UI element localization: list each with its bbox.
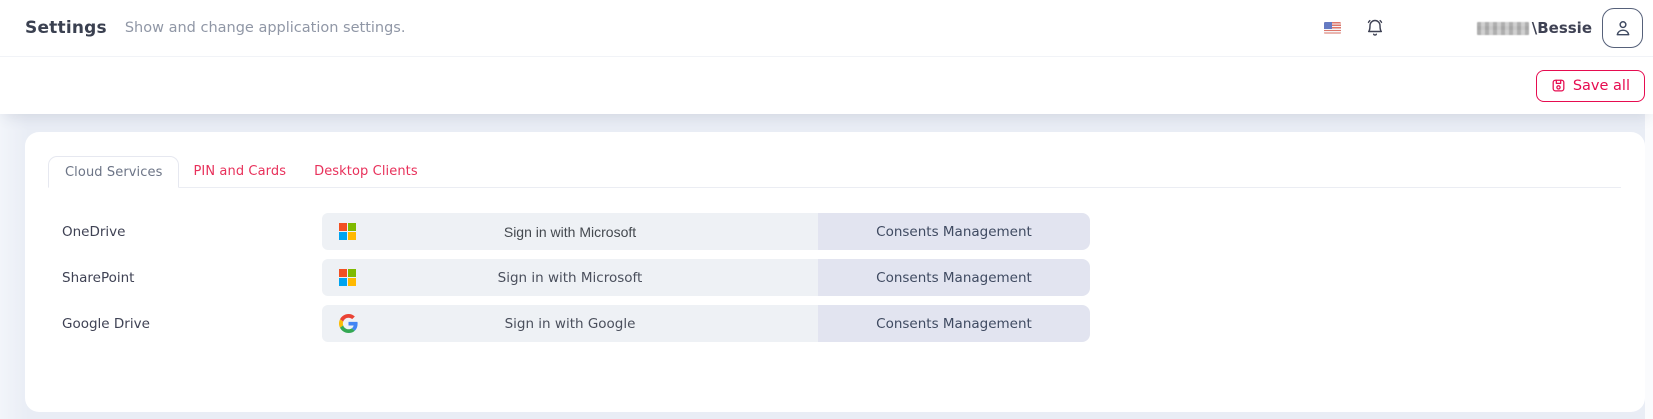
page-title: Settings [25, 18, 107, 38]
user-icon [1612, 17, 1634, 39]
service-row-google-drive: Google Drive Sign in with Google [25, 305, 1645, 342]
tab-label: Cloud Services [65, 165, 162, 180]
tab-label: PIN and Cards [193, 164, 286, 179]
save-all-label: Save all [1573, 78, 1630, 94]
microsoft-logo [339, 223, 356, 240]
google-logo [339, 314, 358, 333]
consents-management-button[interactable]: Consents Management [818, 259, 1090, 296]
current-user: \Bessie [1477, 19, 1592, 37]
action-toolbar: Save all [0, 57, 1653, 114]
consents-management-button[interactable]: Consents Management [818, 213, 1090, 250]
page-subtitle: Show and change application settings. [125, 20, 406, 36]
settings-card: Cloud Services PIN and Cards Desktop Cli… [25, 132, 1645, 412]
service-actions: Sign in with Microsoft Consents Manageme… [322, 213, 1090, 250]
service-name: Google Drive [25, 316, 322, 332]
username-label: \Bessie [1532, 19, 1592, 37]
tab-label: Desktop Clients [314, 164, 418, 179]
service-row-sharepoint: SharePoint Sign in with Microsoft Consen… [25, 259, 1645, 296]
tab-cloud-services[interactable]: Cloud Services [48, 156, 179, 188]
service-actions: Sign in with Google Consents Management [322, 305, 1090, 342]
tab-desktop-clients[interactable]: Desktop Clients [300, 155, 432, 187]
service-row-onedrive: OneDrive Sign in with Microsoft Consents… [25, 213, 1645, 250]
signin-label: Sign in with Microsoft [322, 224, 818, 240]
signin-google-button[interactable]: Sign in with Google [322, 305, 818, 342]
header-actions: \Bessie [1324, 8, 1653, 48]
service-actions: Sign in with Microsoft Consents Manageme… [322, 259, 1090, 296]
signin-microsoft-button[interactable]: Sign in with Microsoft [322, 213, 818, 250]
notifications-button[interactable] [1365, 18, 1385, 38]
top-header-bar: Settings Show and change application set… [0, 0, 1653, 57]
signin-microsoft-button[interactable]: Sign in with Microsoft [322, 259, 818, 296]
save-icon [1551, 78, 1566, 93]
cloud-services-list: OneDrive Sign in with Microsoft Consents… [25, 213, 1645, 342]
consents-management-button[interactable]: Consents Management [818, 305, 1090, 342]
us-flag-icon[interactable] [1324, 22, 1341, 34]
signin-label: Sign in with Microsoft [322, 270, 818, 286]
save-all-button[interactable]: Save all [1536, 70, 1645, 102]
flag-canton [1324, 22, 1332, 29]
main-content: Cloud Services PIN and Cards Desktop Cli… [0, 114, 1653, 412]
redacted-domain [1477, 22, 1529, 35]
service-name: SharePoint [25, 270, 322, 286]
user-menu-button[interactable] [1602, 8, 1643, 48]
tab-pin-and-cards[interactable]: PIN and Cards [179, 155, 300, 187]
scrollbar-track[interactable] [1645, 114, 1653, 419]
microsoft-logo [339, 269, 356, 286]
bell-icon [1365, 18, 1385, 38]
signin-label: Sign in with Google [322, 316, 818, 332]
service-name: OneDrive [25, 224, 322, 240]
tab-bar: Cloud Services PIN and Cards Desktop Cli… [48, 155, 1621, 188]
